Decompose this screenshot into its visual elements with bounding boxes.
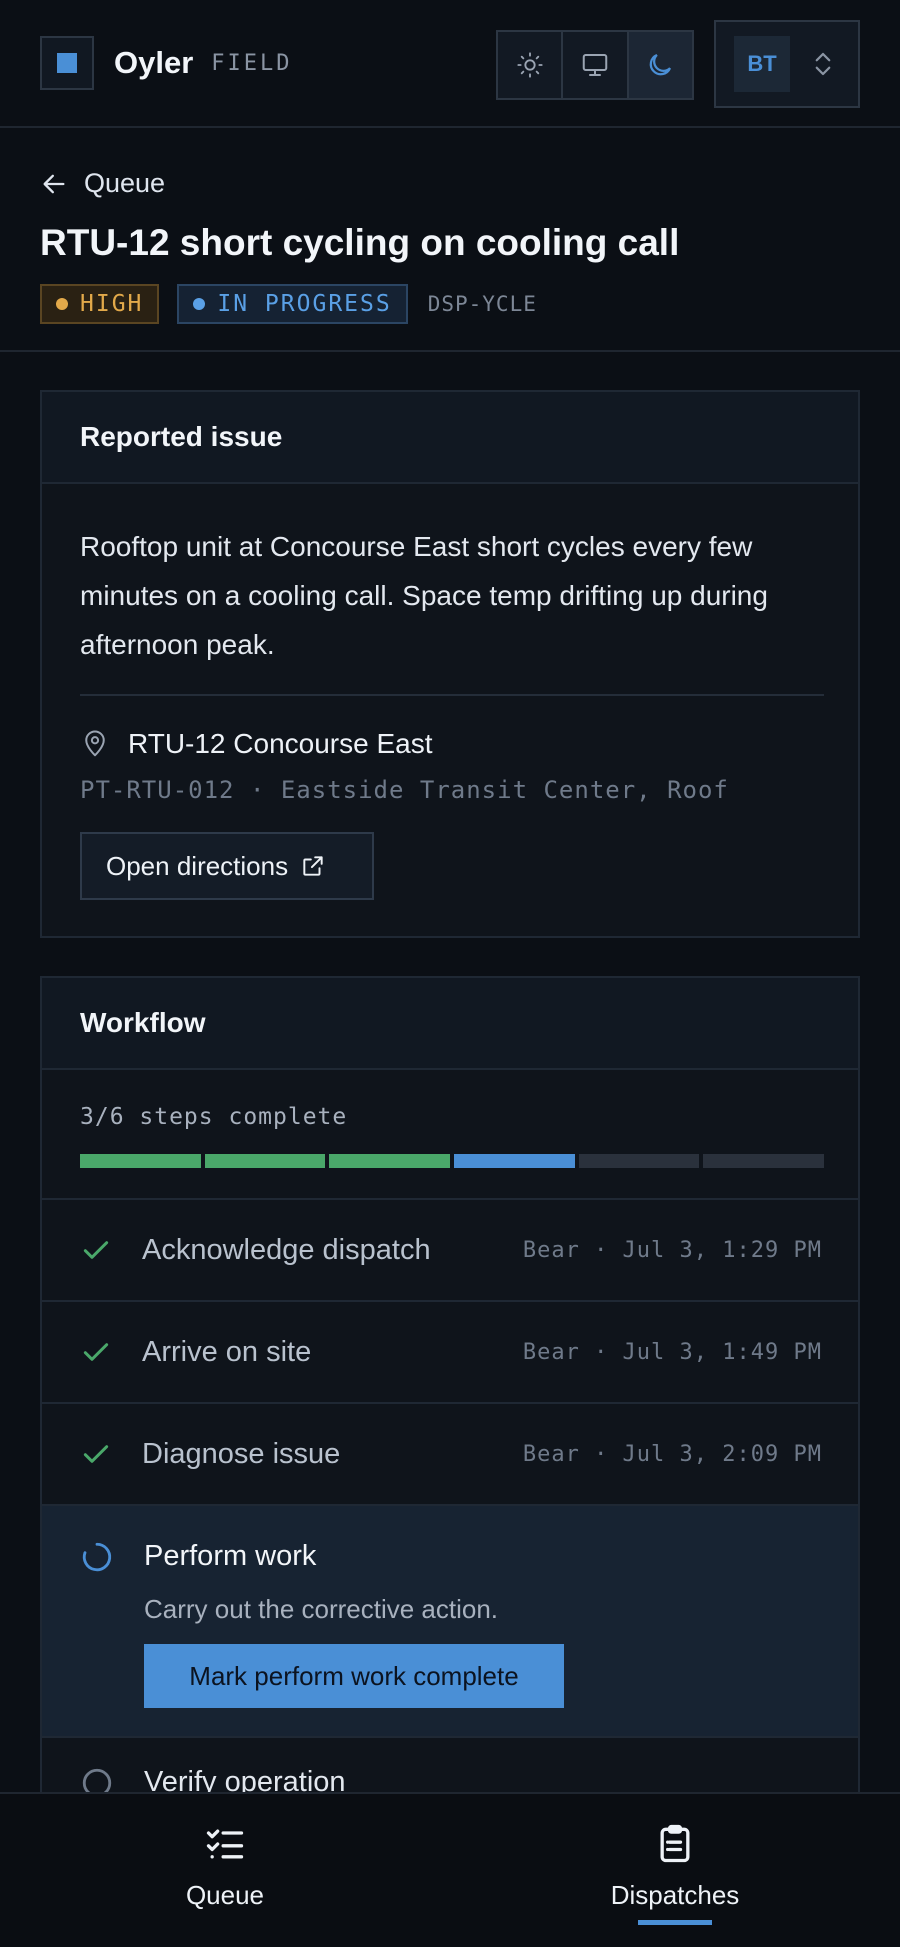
workflow-heading: Workflow	[42, 978, 858, 1070]
reported-issue-heading: Reported issue	[42, 392, 858, 484]
step-label: Arrive on site	[142, 1335, 312, 1368]
mark-step-complete-button[interactable]: Mark perform work complete	[144, 1644, 564, 1708]
workflow-step: Arrive on site Bear · Jul 3, 1:49 PM	[42, 1300, 858, 1402]
sun-icon	[517, 52, 543, 78]
spinner-icon	[82, 1542, 112, 1572]
check-icon	[83, 1241, 109, 1259]
brand-subtitle: FIELD	[211, 50, 293, 76]
theme-switcher	[496, 30, 694, 100]
issue-description: Rooftop unit at Concourse East short cyc…	[80, 531, 768, 660]
workflow-card: Workflow 3/6 steps complete Acknowledge …	[40, 976, 860, 1816]
dispatch-header: Queue RTU-12 short cycling on cooling ca…	[0, 130, 900, 352]
open-directions-button[interactable]: Open directions	[80, 832, 374, 900]
active-tab-indicator	[638, 1920, 712, 1925]
logo-square-icon	[57, 53, 77, 73]
progress-segment	[578, 1154, 700, 1168]
nav-queue-label: Queue	[185, 1880, 265, 1910]
location-name: RTU-12 Concourse East	[128, 728, 433, 759]
external-link-icon	[303, 856, 323, 876]
step-label: Diagnose issue	[142, 1437, 341, 1470]
dispatch-code: DSP-YCLE	[427, 292, 537, 316]
light-theme-button[interactable]	[498, 32, 564, 98]
status-dot-icon	[193, 298, 206, 310]
progress-text: 3/6 steps complete	[80, 1104, 348, 1130]
priority-dot-icon	[56, 298, 68, 310]
reported-issue-card: Reported issue Rooftop unit at Concourse…	[40, 390, 860, 938]
bottom-nav: Queue Dispatches	[0, 1792, 900, 1947]
workflow-step: Acknowledge dispatch Bear · Jul 3, 1:29 …	[42, 1198, 858, 1300]
top-bar: Oyler FIELD BT	[0, 0, 900, 128]
map-pin-icon	[85, 730, 105, 757]
step-label: Perform work	[144, 1540, 317, 1572]
location-row: RTU-12 Concourse East	[80, 728, 433, 760]
step-label: Acknowledge dispatch	[142, 1233, 431, 1266]
workflow-step-active: Perform work Carry out the corrective ac…	[42, 1504, 858, 1736]
progress-segment	[80, 1154, 201, 1168]
priority-badge: HIGH	[40, 284, 160, 324]
priority-label: HIGH	[80, 291, 144, 317]
step-description: Carry out the corrective action.	[144, 1594, 499, 1624]
clipboard-list-icon	[660, 1824, 690, 1863]
arrow-left-icon	[43, 174, 65, 193]
progress-segment	[454, 1154, 575, 1168]
divider	[80, 694, 824, 696]
progress-segment	[329, 1154, 451, 1168]
nav-queue[interactable]: Queue	[0, 1794, 450, 1947]
back-to-queue-link[interactable]: Queue	[40, 168, 165, 199]
user-menu-button[interactable]: BT	[714, 20, 860, 108]
logo[interactable]	[40, 36, 94, 90]
monitor-icon	[582, 54, 608, 76]
dark-theme-button[interactable]	[628, 32, 692, 98]
page-title: RTU-12 short cycling on cooling call	[40, 222, 680, 263]
back-label: Queue	[84, 168, 166, 198]
check-icon	[83, 1343, 109, 1361]
chevron-up-down-icon	[815, 52, 831, 76]
system-theme-button[interactable]	[563, 32, 629, 98]
step-meta: Bear · Jul 3, 2:09 PM	[522, 1441, 822, 1467]
step-meta: Bear · Jul 3, 1:29 PM	[522, 1237, 822, 1263]
nav-dispatches[interactable]: Dispatches	[450, 1794, 900, 1947]
location-detail: PT-RTU-012 · Eastside Transit Center, Ro…	[80, 776, 729, 804]
progress-bar	[80, 1154, 825, 1168]
step-meta: Bear · Jul 3, 1:49 PM	[522, 1339, 822, 1365]
nav-dispatches-label: Dispatches	[610, 1880, 740, 1910]
status-label: IN PROGRESS	[217, 291, 392, 317]
status-badge: IN PROGRESS	[177, 284, 408, 324]
badge-row: HIGH IN PROGRESS DSP-YCLE	[40, 284, 537, 324]
brand-name: Oyler	[114, 45, 194, 80]
list-checks-icon	[206, 1829, 244, 1859]
avatar: BT	[734, 36, 790, 92]
progress-segment	[204, 1154, 326, 1168]
moon-icon	[650, 53, 672, 76]
progress-segment	[703, 1154, 825, 1168]
workflow-step: Diagnose issue Bear · Jul 3, 2:09 PM	[42, 1402, 858, 1504]
check-icon	[83, 1445, 109, 1463]
open-directions-label: Open directions	[106, 850, 289, 881]
